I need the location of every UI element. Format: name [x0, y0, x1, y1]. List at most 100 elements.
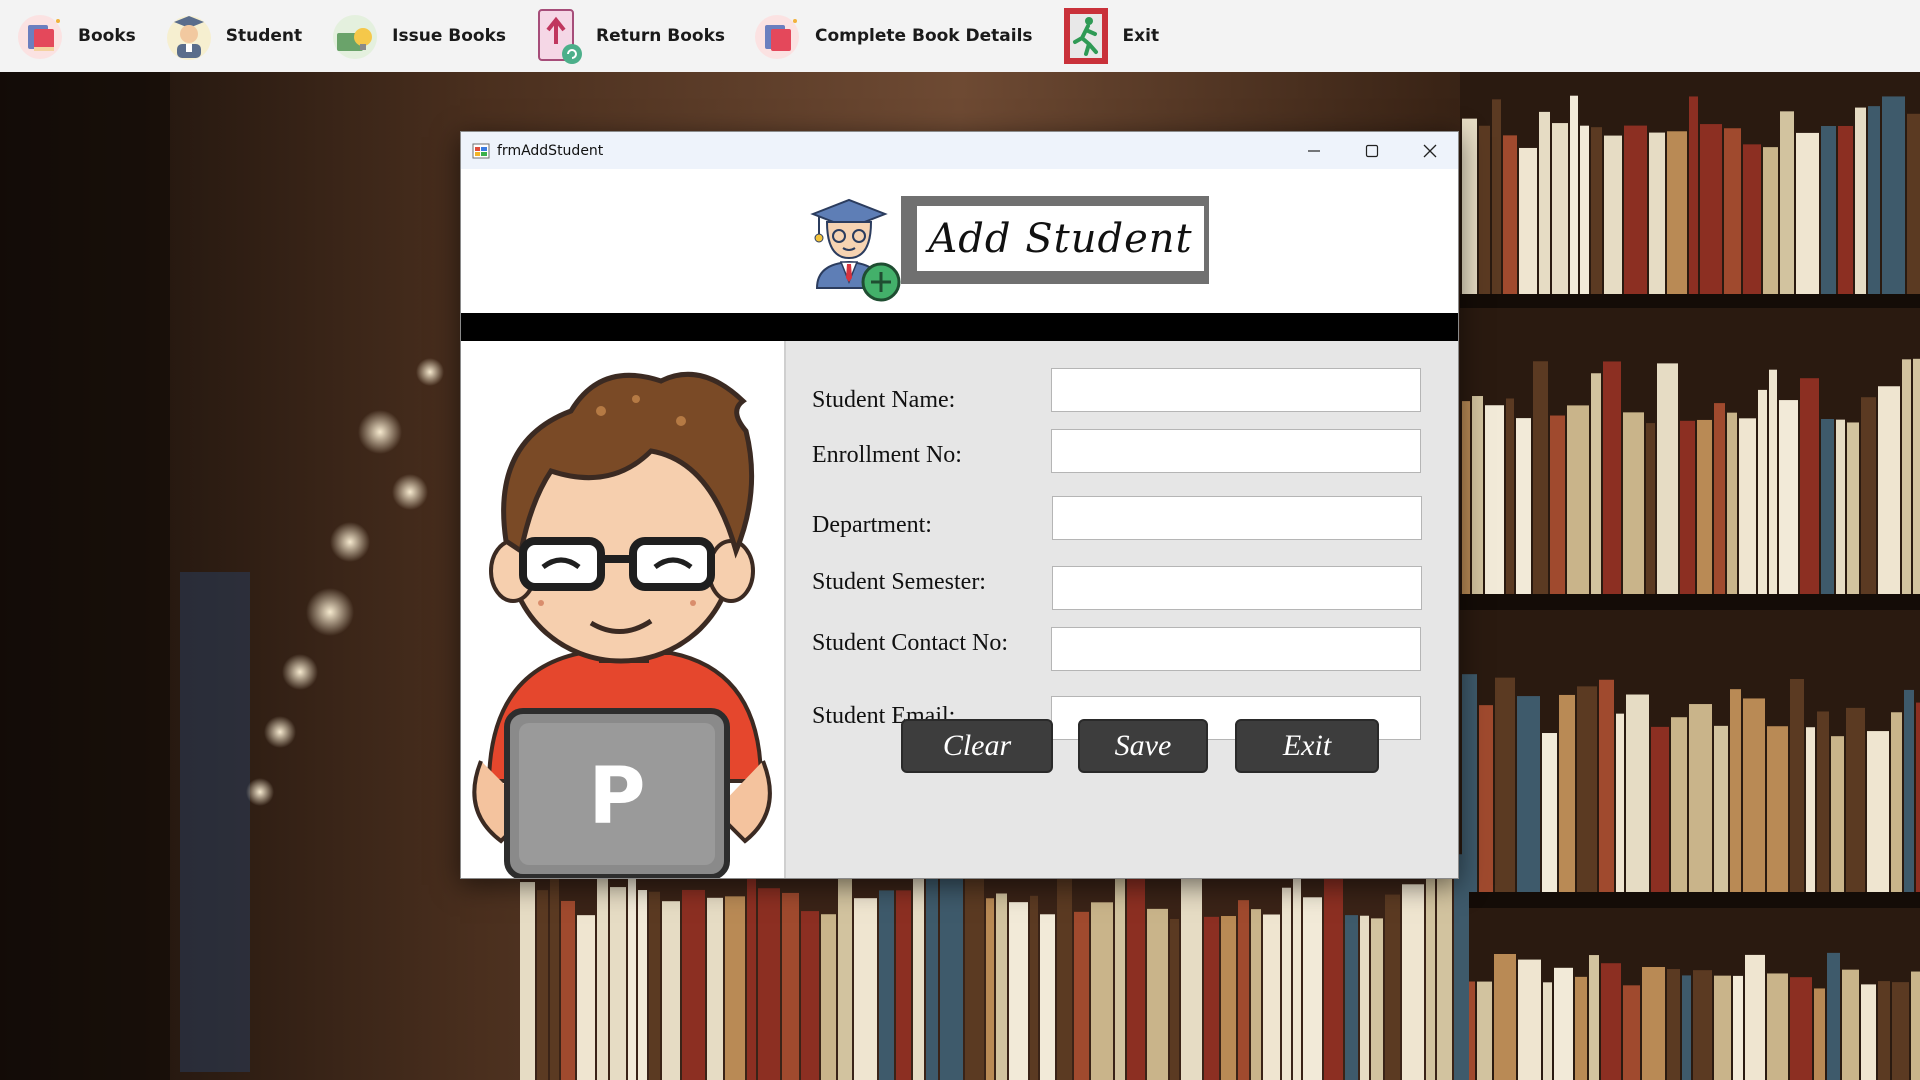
menu-item-exit[interactable]: Exit	[1059, 4, 1160, 68]
save-button[interactable]: Save	[1078, 719, 1208, 773]
menu-label: Issue Books	[392, 26, 507, 46]
book-spine	[1371, 918, 1383, 1080]
book-spine	[1221, 916, 1236, 1080]
book-spine	[1769, 369, 1777, 594]
book-spine	[1842, 969, 1859, 1080]
book-spine	[1714, 725, 1728, 892]
book-spine	[1603, 361, 1621, 594]
book-spine	[725, 896, 745, 1080]
book-spine	[1402, 884, 1424, 1080]
book-spine	[1479, 125, 1490, 294]
graduate-add-icon	[807, 192, 909, 306]
book-spine	[1454, 854, 1469, 1080]
book-spine	[1626, 694, 1649, 892]
window-title-bar[interactable]: frmAddStudent	[461, 132, 1458, 169]
menu-label: Complete Book Details	[815, 26, 1033, 46]
book-spine	[597, 874, 608, 1080]
book-spine	[1263, 914, 1280, 1080]
book-spine	[1181, 862, 1202, 1080]
header-divider	[461, 313, 1458, 341]
book-spine	[1730, 689, 1741, 892]
book-spine	[1518, 959, 1541, 1080]
exit-button[interactable]: Exit	[1235, 719, 1379, 773]
book-spine	[1861, 984, 1876, 1080]
book-spine	[561, 900, 575, 1080]
book-spine	[1495, 677, 1515, 892]
book-spine	[1758, 389, 1767, 594]
book-spine	[1485, 405, 1504, 594]
book-spine	[1539, 111, 1550, 294]
student-laptop-illustration: P	[461, 341, 784, 878]
heading-frame: Add Student	[901, 196, 1209, 284]
book-spine	[1916, 702, 1920, 892]
book-spine	[649, 891, 660, 1080]
student-contact-no-label: Student Contact No:	[812, 630, 1008, 656]
menu-item-return-books[interactable]: Return Books	[532, 4, 725, 68]
student-icon	[162, 6, 216, 66]
book-spine	[1827, 952, 1840, 1080]
book-spine	[1779, 400, 1798, 594]
book-spine	[879, 890, 894, 1080]
book-spine	[1542, 733, 1557, 892]
book-spine	[1550, 415, 1565, 594]
book-spine	[1646, 423, 1655, 594]
menu-item-books[interactable]: Books	[14, 4, 136, 68]
book-spine	[1074, 911, 1089, 1080]
book-spine	[1127, 860, 1145, 1080]
menu-item-complete-book-details[interactable]: Complete Book Details	[751, 4, 1033, 68]
books-icon	[14, 6, 68, 66]
exit-running-man-icon	[1059, 6, 1113, 66]
book-spine	[1739, 418, 1756, 594]
maximize-button[interactable]	[1343, 132, 1401, 169]
menu-label: Exit	[1122, 26, 1160, 46]
book-spine	[1651, 726, 1669, 892]
add-student-window: frmAddStudent Add Student P Student Name…	[460, 131, 1459, 879]
student-name-input[interactable]	[1051, 368, 1421, 412]
book-spine	[838, 873, 852, 1080]
enrollment-no-input[interactable]	[1051, 429, 1421, 473]
book-spine	[1878, 981, 1890, 1080]
book-spine	[1462, 401, 1470, 594]
minimize-button[interactable]	[1285, 132, 1343, 169]
form-heading: Add Student	[928, 215, 1193, 262]
menu-item-issue-books[interactable]: Issue Books	[328, 4, 506, 68]
clear-button[interactable]: Clear	[901, 719, 1053, 773]
book-spine	[1360, 915, 1369, 1080]
heading-panel: Add Student	[917, 206, 1204, 271]
book-spine	[1642, 967, 1665, 1080]
book-spine	[1543, 982, 1552, 1080]
book-spine	[1861, 397, 1876, 594]
menu-item-student[interactable]: Student	[162, 4, 302, 68]
book-spine	[1847, 422, 1859, 594]
department-input[interactable]	[1052, 496, 1422, 540]
book-spine	[1838, 125, 1853, 294]
minimize-icon	[1308, 149, 1320, 152]
book-spine	[1517, 696, 1540, 892]
enrollment-no-label: Enrollment No:	[812, 442, 962, 468]
book-spine	[854, 898, 877, 1080]
book-spine	[801, 911, 819, 1080]
book-spine	[1492, 99, 1501, 294]
book-spine	[1040, 914, 1055, 1080]
book-spine	[1554, 967, 1573, 1080]
book-spine	[1911, 971, 1920, 1080]
book-spine	[1506, 398, 1514, 594]
book-spine	[1623, 412, 1644, 594]
app-form-icon	[472, 142, 490, 160]
book-spine	[1577, 686, 1597, 892]
book-spine	[1462, 118, 1477, 294]
book-spine	[1601, 963, 1621, 1080]
close-button[interactable]	[1401, 132, 1458, 169]
book-spine	[1494, 953, 1516, 1080]
book-spine	[747, 857, 756, 1080]
book-spine	[1831, 736, 1844, 892]
book-spine	[1591, 127, 1602, 294]
book-spine	[1767, 973, 1788, 1080]
book-spine	[1559, 694, 1575, 892]
student-semester-input[interactable]	[1052, 566, 1422, 610]
book-spine	[1303, 897, 1322, 1080]
book-spine	[1891, 712, 1902, 892]
student-contact-no-input[interactable]	[1051, 627, 1421, 671]
book-spine	[1743, 144, 1761, 294]
book-spine	[986, 898, 994, 1080]
